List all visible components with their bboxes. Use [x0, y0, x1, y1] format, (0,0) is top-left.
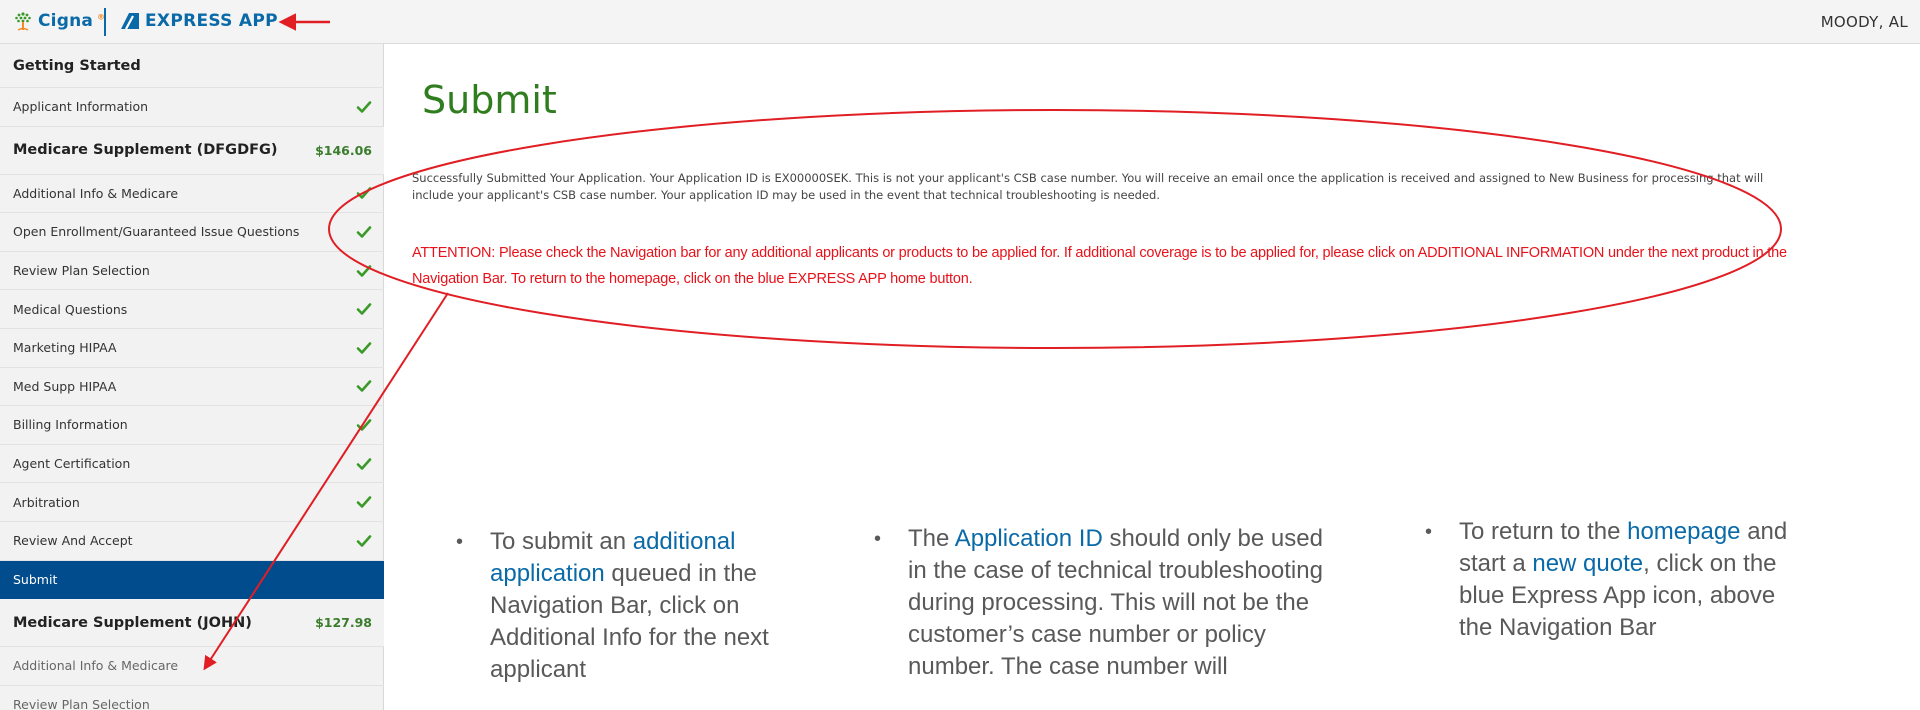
sidebar-item-med-supp-hipaa[interactable]: Med Supp HIPAA — [0, 368, 384, 407]
sidebar-item-label: Open Enrollment/Guaranteed Issue Questio… — [13, 224, 300, 240]
user-name[interactable]: MOODY, AL — [1821, 13, 1908, 31]
sidebar-item-submit[interactable]: Submit — [0, 560, 384, 600]
sidebar-group-medicare-supplement-john: Medicare Supplement (JOHN) $127.98 — [0, 599, 384, 648]
checkmark-icon — [356, 303, 372, 315]
sidebar-item-label: Agent Certification — [13, 456, 131, 472]
cigna-wordmark: Cigna — [38, 11, 94, 31]
page-title: Submit — [422, 78, 557, 122]
annotation-note-application-id: • The Application ID should only be used… — [874, 525, 1323, 680]
highlight-text: new quote — [1532, 550, 1644, 577]
sidebar-item-label: Billing Information — [13, 417, 128, 433]
success-message: Successfully Submitted Your Application.… — [412, 171, 1764, 202]
cigna-logo: Cigna ® — [12, 10, 105, 32]
annotation-note-additional-application: • To submit an additional application qu… — [456, 528, 769, 683]
attention-message: ATTENTION: Please check the Navigation b… — [412, 245, 1787, 287]
express-app-label: EXPRESS APP — [145, 11, 278, 31]
checkmark-icon — [356, 496, 372, 508]
checkmark-icon — [356, 380, 372, 393]
sidebar-item-label: Getting Started — [13, 57, 141, 74]
express-app-icon — [121, 13, 139, 30]
sidebar-item-label: Review Plan Selection — [13, 697, 150, 710]
sidebar-item-label: Medicare Supplement (DFGDFG) — [13, 142, 278, 159]
app-window: Cigna ® EXPRESS APP MOODY, AL Getting Sta… — [0, 0, 1920, 710]
sidebar-item-label: Review Plan Selection — [13, 263, 150, 279]
express-app-home-button[interactable]: EXPRESS APP — [120, 11, 278, 31]
checkmark-icon — [356, 264, 372, 277]
sidebar-item-billing-information[interactable]: Billing Information — [0, 406, 384, 445]
highlight-ellipse — [328, 109, 1782, 349]
sidebar-item-additional-info-medicare[interactable]: Additional Info & Medicare — [0, 647, 384, 686]
sidebar-item-label: Medicare Supplement (JOHN) — [13, 614, 252, 631]
cigna-tree-icon — [15, 12, 31, 31]
highlight-text: Application ID — [954, 525, 1103, 552]
highlight-text: homepage — [1627, 518, 1741, 545]
sidebar-item-label: Submit — [13, 572, 58, 588]
checkmark-icon — [356, 534, 372, 547]
sidebar-item-open-enrollment-guaranteed-issue-questions[interactable]: Open Enrollment/Guaranteed Issue Questio… — [0, 213, 384, 252]
annotation-note-homepage: • To return to the homepage and start a … — [1425, 518, 1788, 641]
sidebar-item-applicant-information[interactable]: Applicant Information — [0, 88, 384, 127]
sidebar-item-agent-certification[interactable]: Agent Certification — [0, 445, 384, 484]
sidebar-item-label: Applicant Information — [13, 99, 149, 115]
navigation-bar: Getting Started Applicant Information Medi… — [0, 44, 384, 710]
top-header: Cigna ® EXPRESS APP MOODY, AL — [0, 0, 1920, 44]
logo-divider — [104, 8, 106, 36]
checkmark-icon — [356, 226, 372, 238]
checkmark-icon — [356, 187, 372, 200]
sidebar-item-marketing-hipaa[interactable]: Marketing HIPAA — [0, 329, 384, 368]
sidebar-item-label: Marketing HIPAA — [13, 340, 117, 356]
bullet-icon: • — [456, 531, 464, 553]
sidebar-item-label: Review And Accept — [13, 533, 133, 549]
sidebar-item-label: Med Supp HIPAA — [13, 378, 117, 394]
checkmark-icon — [356, 419, 372, 431]
sidebar-section-getting-started: Getting Started — [0, 44, 384, 88]
bullet-icon: • — [874, 528, 882, 550]
sidebar-item-label: Medical Questions — [13, 301, 128, 317]
sidebar-item-label: Additional Info & Medicare — [13, 185, 179, 201]
checkmark-icon — [356, 457, 372, 470]
sidebar-item-review-plan-selection[interactable]: Review Plan Selection — [0, 686, 384, 710]
bullet-icon: • — [1425, 521, 1433, 543]
sidebar-group-medicare-supplement-dfgdfg: Medicare Supplement (DFGDFG) $146.06 — [0, 126, 384, 175]
checkmark-icon — [356, 100, 372, 113]
sidebar-item-medical-questions[interactable]: Medical Questions — [0, 290, 384, 329]
sidebar-item-label: Additional Info & Medicare — [13, 658, 179, 674]
sidebar-item-additional-info-medicare[interactable]: Additional Info & Medicare — [0, 175, 384, 214]
plan-price: $146.06 — [315, 142, 372, 158]
sidebar-item-review-plan-selection[interactable]: Review Plan Selection — [0, 252, 384, 291]
plan-price: $127.98 — [315, 615, 372, 631]
checkmark-icon — [356, 341, 372, 354]
sidebar-item-arbitration[interactable]: Arbitration — [0, 483, 384, 522]
sidebar-item-review-and-accept[interactable]: Review And Accept — [0, 522, 384, 561]
sidebar-item-label: Arbitration — [13, 494, 80, 510]
